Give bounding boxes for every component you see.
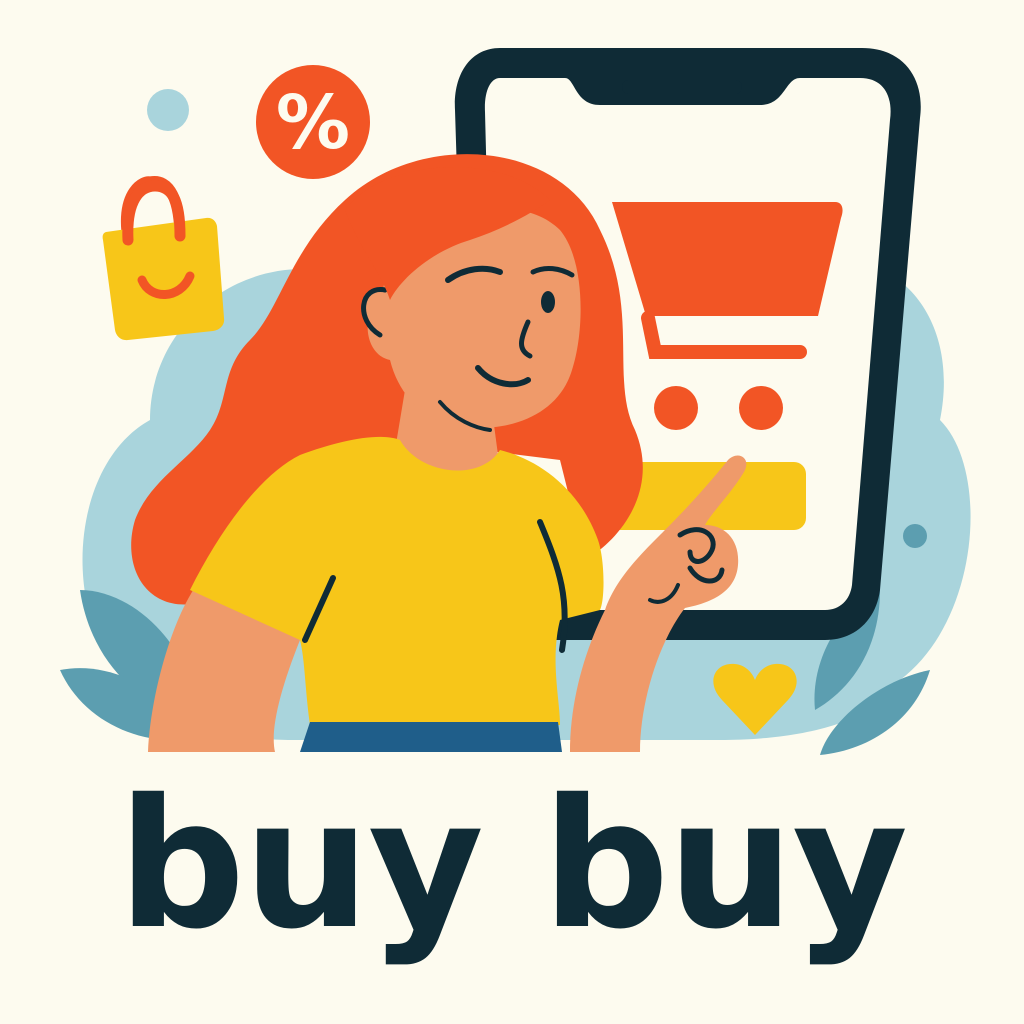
logo-illustration: % buy buy	[0, 0, 1024, 1024]
percent-symbol: %	[276, 80, 350, 166]
brand-wordmark: buy buy	[117, 761, 908, 968]
decor-dot-top	[147, 89, 189, 131]
decor-dot-right	[903, 524, 927, 548]
shopping-bag-icon	[102, 176, 225, 341]
